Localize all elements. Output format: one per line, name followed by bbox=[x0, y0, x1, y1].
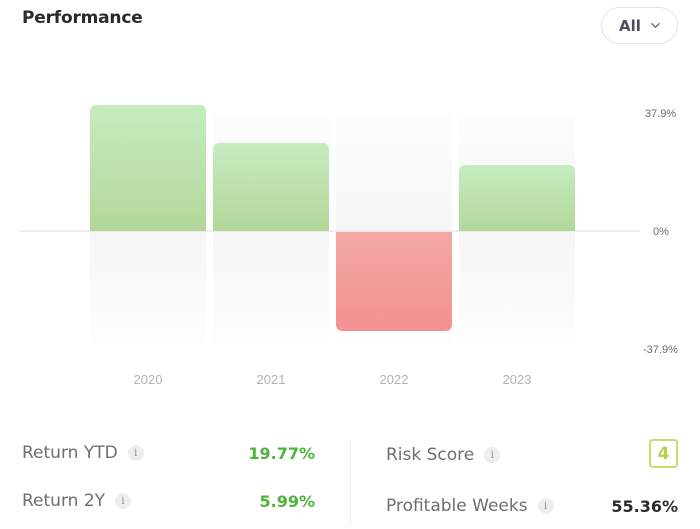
profitable-weeks-label: Profitable Weeks bbox=[386, 496, 528, 516]
return-ytd-label: Return YTD bbox=[22, 443, 118, 463]
info-icon[interactable]: i bbox=[127, 445, 144, 461]
profitable-weeks-value: 55.36% bbox=[611, 497, 678, 516]
stat-profitable-weeks: Profitable Weeks i bbox=[386, 496, 554, 516]
info-icon[interactable]: i bbox=[115, 493, 132, 509]
performance-chart: 37.9% 0% -37.9% 2020 2021 2022 2023 bbox=[20, 104, 678, 387]
x-tick-label: 2022 bbox=[380, 372, 409, 387]
bar-2022[interactable] bbox=[336, 232, 452, 332]
bar-track-lower bbox=[213, 231, 329, 350]
stat-return-ytd: Return YTD i bbox=[22, 443, 144, 463]
bar-2020[interactable] bbox=[90, 104, 206, 231]
bar-track-lower bbox=[90, 231, 206, 350]
return-2y-value: 5.99% bbox=[259, 492, 315, 511]
return-2y-label: Return 2Y bbox=[22, 491, 106, 511]
stat-return-2y: Return 2Y i bbox=[22, 491, 132, 511]
x-tick-label: 2020 bbox=[134, 372, 163, 387]
x-tick-label: 2023 bbox=[503, 372, 532, 387]
bar-2021[interactable] bbox=[213, 142, 329, 231]
x-tick-label: 2021 bbox=[257, 372, 286, 387]
stat-risk-score: Risk Score i bbox=[386, 445, 501, 465]
info-icon[interactable]: i bbox=[484, 447, 501, 463]
y-tick-bottom: -37.9% bbox=[643, 344, 678, 356]
return-ytd-value: 19.77% bbox=[248, 444, 315, 463]
risk-score-badge: 4 bbox=[649, 439, 678, 468]
y-tick-top: 37.9% bbox=[645, 108, 676, 120]
info-icon[interactable]: i bbox=[537, 498, 554, 514]
bar-track-lower bbox=[459, 231, 575, 350]
risk-score-label: Risk Score bbox=[386, 445, 475, 465]
stats-divider bbox=[350, 440, 351, 525]
bar-2023[interactable] bbox=[459, 164, 575, 231]
bar-track-upper bbox=[336, 115, 452, 231]
y-tick-zero: 0% bbox=[653, 226, 669, 238]
